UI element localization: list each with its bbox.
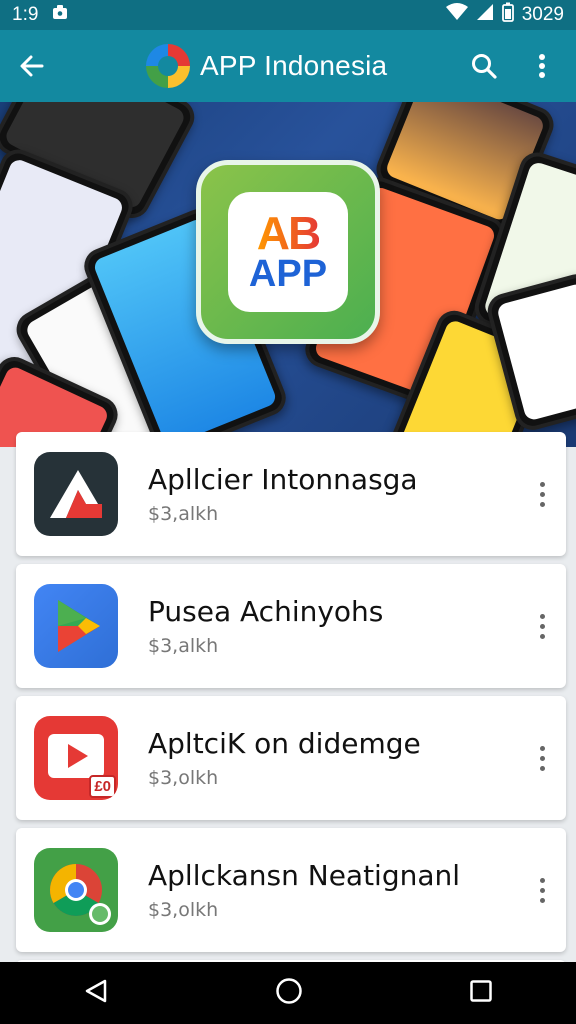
wifi-icon bbox=[445, 3, 468, 27]
item-more-button[interactable] bbox=[532, 474, 552, 514]
app-name: Pusea Achinyohs bbox=[148, 595, 384, 628]
nav-home-icon bbox=[276, 977, 302, 1004]
nav-recents-button[interactable] bbox=[469, 979, 493, 1008]
back-button[interactable] bbox=[0, 30, 64, 102]
hero-banner: AB APP bbox=[0, 102, 576, 447]
status-time: 1:9 bbox=[12, 4, 39, 25]
app-list-item[interactable]: £0 ApltciK on didemge $3,olkh bbox=[16, 696, 566, 820]
system-nav-bar bbox=[0, 962, 576, 1024]
nav-home-button[interactable] bbox=[275, 977, 303, 1010]
app-list-item[interactable]: Pusea Achinyohs $3,alkh bbox=[16, 564, 566, 688]
app-list: Apllcier Intonnasga $3,alkh Pusea Achiny… bbox=[16, 432, 566, 1020]
app-list-item[interactable]: Apllckansn Neatignanl $3,olkh bbox=[16, 828, 566, 952]
app-list-item[interactable]: Apllcier Intonnasga $3,alkh bbox=[16, 432, 566, 556]
item-more-button[interactable] bbox=[532, 606, 552, 646]
video-play-icon: £0 bbox=[34, 716, 118, 800]
status-bar: 1:9 3029 bbox=[0, 0, 576, 30]
item-more-button[interactable] bbox=[532, 870, 552, 910]
app-bar: APP Indonesia bbox=[0, 30, 576, 102]
notification-icon bbox=[52, 4, 68, 26]
app-name: Apllckansn Neatignanl bbox=[148, 859, 461, 892]
battery-icon bbox=[501, 2, 514, 28]
red-white-logo-icon bbox=[34, 452, 118, 536]
overflow-menu-icon bbox=[539, 54, 545, 78]
hero-app-badge: AB APP bbox=[196, 160, 380, 344]
search-button[interactable] bbox=[460, 42, 508, 90]
app-bar-brand: APP Indonesia bbox=[146, 44, 387, 88]
app-price: $3,olkh bbox=[148, 899, 219, 921]
app-name: Apllcier Intonnasga bbox=[148, 463, 418, 496]
page-title: APP Indonesia bbox=[200, 50, 388, 81]
nav-back-button[interactable] bbox=[83, 978, 109, 1009]
play-triangle-icon bbox=[34, 584, 118, 668]
app-price: $3,alkh bbox=[148, 503, 219, 525]
app-icon-badge: £0 bbox=[89, 775, 116, 798]
app-name: ApltciK on didemge bbox=[148, 727, 421, 760]
item-more-button[interactable] bbox=[532, 738, 552, 778]
search-icon bbox=[472, 54, 497, 79]
chrome-like-icon bbox=[34, 848, 118, 932]
overflow-menu-button[interactable] bbox=[518, 42, 566, 90]
nav-back-icon bbox=[85, 979, 107, 1002]
app-price: $3,alkh bbox=[148, 635, 219, 657]
nav-recents-icon bbox=[470, 979, 492, 1002]
back-arrow-icon bbox=[20, 55, 44, 77]
hero-badge-top-text: AB bbox=[256, 207, 321, 259]
signal-icon bbox=[476, 3, 494, 27]
app-logo-icon bbox=[146, 44, 190, 88]
hero-badge-bottom-text: APP bbox=[248, 253, 328, 295]
app-price: $3,olkh bbox=[148, 767, 219, 789]
battery-text: 3029 bbox=[521, 4, 564, 25]
